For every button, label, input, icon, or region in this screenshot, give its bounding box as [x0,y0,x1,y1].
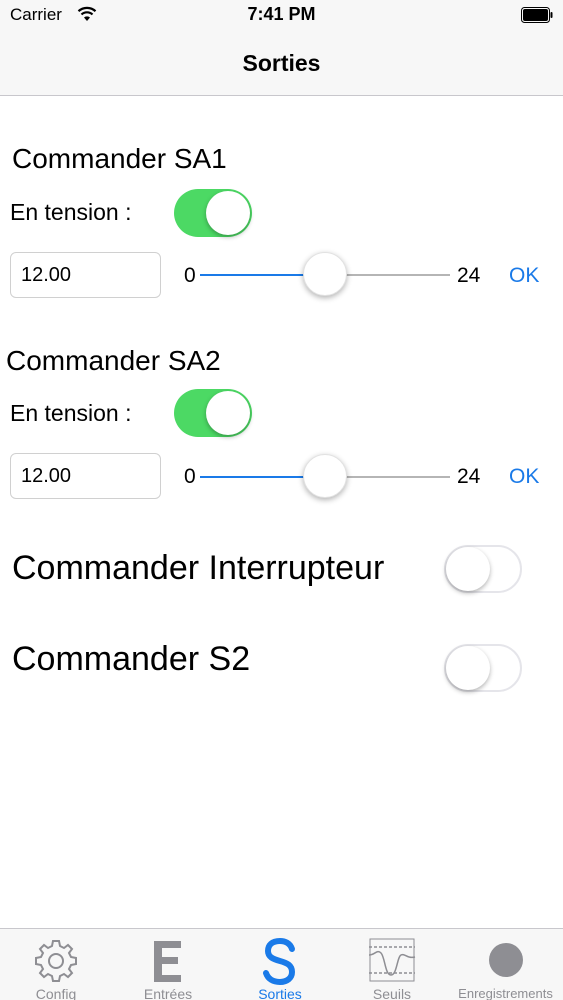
sa1-slider-max: 24 [457,264,481,287]
tab-bar: Config Entrées Sorties Seuils Enregistre… [0,928,563,1000]
tab-sorties[interactable]: Sorties [224,929,336,1000]
sa1-power-label: En tension : [10,199,132,225]
tab-label: Config [35,986,77,1000]
page-title: Sorties [242,50,321,76]
battery-icon [521,7,553,23]
sa1-voltage-slider[interactable] [200,252,450,296]
switch-knob [206,391,250,435]
tab-entrees[interactable]: Entrées [112,929,224,1000]
sa2-ok-button[interactable]: OK [509,465,539,489]
interrupteur-switch[interactable] [444,545,522,593]
sa2-slider-thumb[interactable] [303,454,347,498]
s2-switch[interactable] [444,644,522,692]
letter-s-icon [263,937,296,985]
tab-config[interactable]: Config [0,929,112,1000]
switch-knob [446,547,490,591]
status-bar: Carrier 7:41 PM [0,0,563,30]
sa2-voltage-slider[interactable] [200,454,450,498]
navigation-bar: Sorties [0,30,563,96]
tab-label: Sorties [258,986,302,1000]
sa2-power-label: En tension : [10,400,132,426]
switch-knob [206,191,250,235]
tab-label: Seuils [372,986,412,1000]
threshold-wave-icon [368,938,416,982]
sa2-title: Commander SA2 [6,345,221,376]
status-time: 7:41 PM [247,4,316,24]
gear-icon [35,940,77,982]
interrupteur-title: Commander Interrupteur [12,549,385,587]
circle-icon [488,943,523,977]
sa1-slider-thumb[interactable] [303,252,347,296]
tab-enregistrements[interactable]: Enregistrements [448,929,563,1000]
sa2-power-switch[interactable] [174,389,252,437]
sa1-slider-min: 0 [184,264,196,287]
tab-label: Entrées [143,986,193,1000]
sa2-slider-max: 24 [457,465,481,488]
sa2-slider-min: 0 [184,465,196,488]
sa1-power-switch[interactable] [174,189,252,237]
s2-title: Commander S2 [12,640,251,678]
sa1-title: Commander SA1 [12,143,227,174]
switch-knob [446,646,490,690]
sa2-value-field[interactable]: 12.00 [10,453,161,499]
letter-e-icon [154,941,181,982]
tab-label: Enregistrements [458,986,553,1000]
sa1-value-field[interactable]: 12.00 [10,252,161,298]
sa1-ok-button[interactable]: OK [509,264,539,288]
tab-seuils[interactable]: Seuils [336,929,448,1000]
